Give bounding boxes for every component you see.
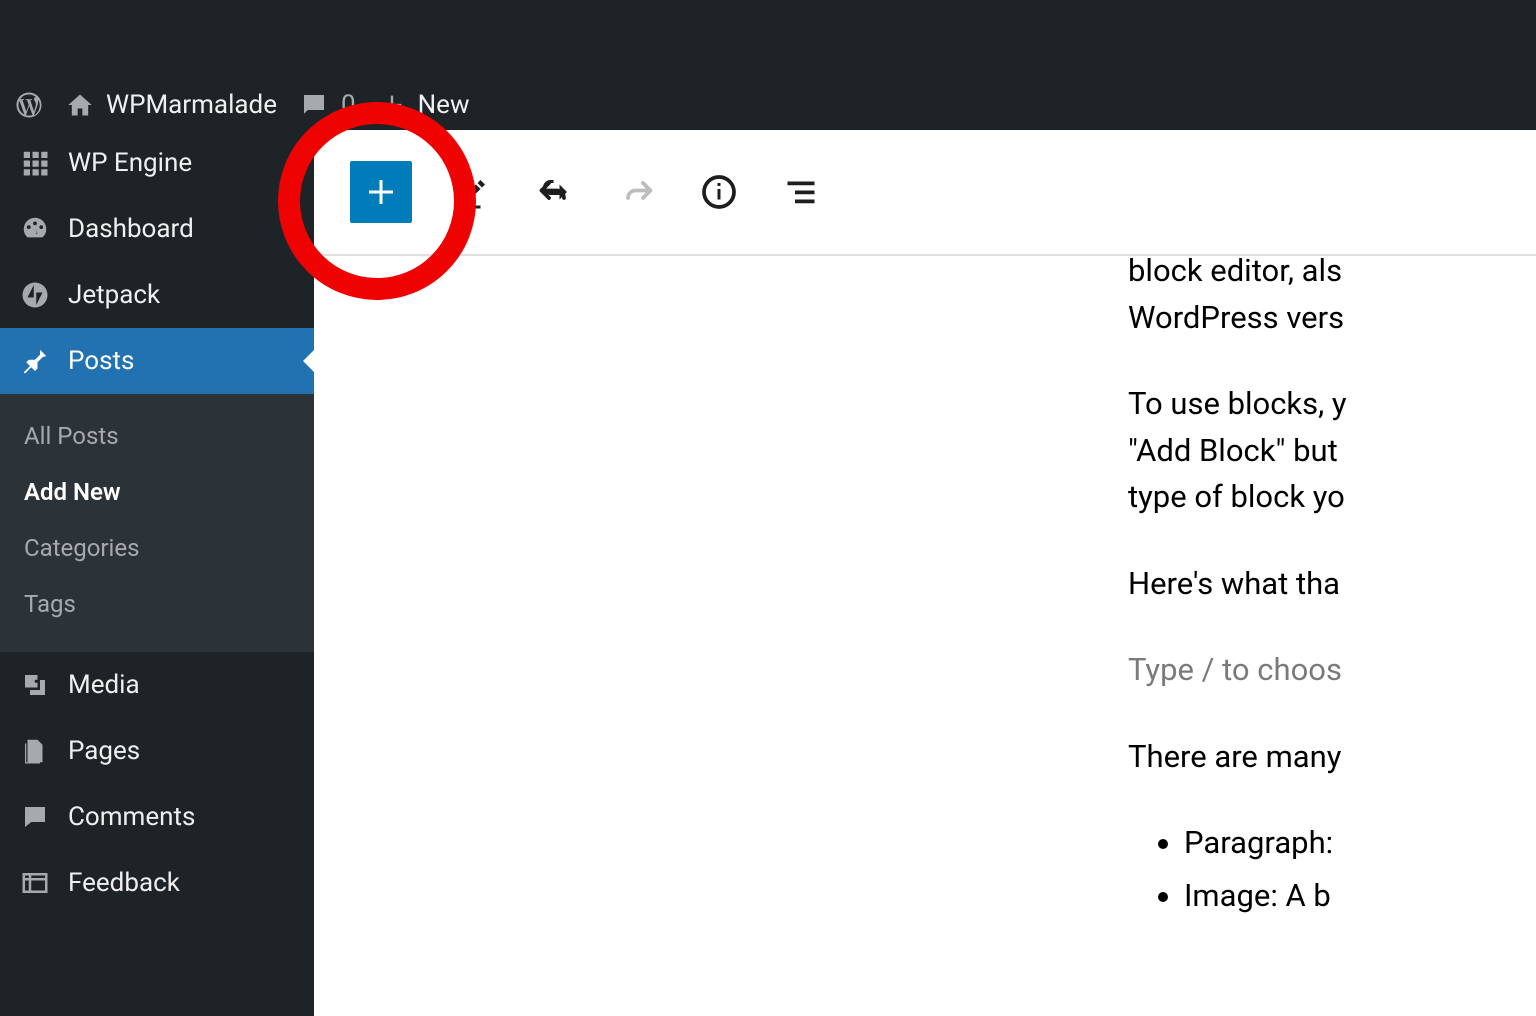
post-content[interactable]: block editor, alsWordPress vers To use b…: [1128, 248, 1536, 925]
admin-sidebar: WP Engine Dashboard Jetpack Posts All Po…: [0, 130, 314, 1016]
new-label: New: [418, 90, 470, 120]
site-name-label: WPMarmalade: [106, 90, 277, 120]
block-placeholder[interactable]: Type / to choos: [1128, 647, 1536, 694]
plus-icon: [378, 91, 406, 119]
jetpack-icon: [20, 280, 50, 310]
top-dark-spacer: [0, 0, 1536, 80]
comments-icon: [20, 802, 50, 832]
dashboard-icon: [20, 214, 50, 244]
home-icon: [66, 91, 94, 119]
comments-count: 0: [341, 90, 356, 120]
sidebar-item-pages[interactable]: Pages: [0, 718, 314, 784]
wpengine-icon: [20, 148, 50, 178]
sidebar-item-comments[interactable]: Comments: [0, 784, 314, 850]
redo-icon: [619, 174, 655, 210]
pin-icon: [20, 346, 50, 376]
sidebar-item-media[interactable]: Media: [0, 652, 314, 718]
site-name-link[interactable]: WPMarmalade: [66, 90, 277, 120]
sidebar-item-label: Comments: [68, 802, 195, 832]
sidebar-item-label: Posts: [68, 346, 134, 376]
sidebar-item-wpengine[interactable]: WP Engine: [0, 130, 314, 196]
sidebar-item-label: Media: [68, 670, 140, 700]
sidebar-item-posts[interactable]: Posts: [0, 328, 314, 394]
undo-icon: [537, 174, 573, 210]
list-item[interactable]: Paragraph:: [1184, 820, 1536, 867]
editor-area: block editor, alsWordPress vers To use b…: [314, 130, 1536, 1016]
new-content-link[interactable]: New: [378, 90, 470, 120]
list-item[interactable]: Image: A b: [1184, 873, 1536, 920]
submenu-all-posts[interactable]: All Posts: [0, 408, 314, 464]
submenu-add-new[interactable]: Add New: [0, 464, 314, 520]
paragraph[interactable]: block editor, alsWordPress vers: [1128, 248, 1536, 341]
info-icon: [701, 174, 737, 210]
paragraph[interactable]: Here's what tha: [1128, 561, 1536, 608]
bullet-list[interactable]: Paragraph: Image: A b: [1128, 820, 1536, 919]
sidebar-item-label: WP Engine: [68, 148, 192, 178]
admin-bar: WPMarmalade 0 New: [0, 80, 1536, 130]
details-button[interactable]: [698, 171, 740, 213]
sidebar-item-label: Feedback: [68, 868, 180, 898]
sidebar-item-label: Dashboard: [68, 214, 194, 244]
redo-button[interactable]: [616, 171, 658, 213]
sidebar-item-jetpack[interactable]: Jetpack: [0, 262, 314, 328]
comment-icon: [299, 90, 329, 120]
sidebar-item-label: Jetpack: [68, 280, 160, 310]
outline-button[interactable]: [780, 171, 822, 213]
undo-button[interactable]: [534, 171, 576, 213]
pencil-icon: [455, 174, 491, 210]
edit-tool-button[interactable]: [452, 171, 494, 213]
wordpress-logo-menu[interactable]: [14, 90, 44, 120]
submenu-categories[interactable]: Categories: [0, 520, 314, 576]
comments-link[interactable]: 0: [299, 90, 356, 120]
posts-submenu: All Posts Add New Categories Tags: [0, 394, 314, 652]
editor-toolbar: [314, 130, 1536, 256]
sidebar-item-feedback[interactable]: Feedback: [0, 850, 314, 916]
feedback-icon: [20, 868, 50, 898]
media-icon: [20, 670, 50, 700]
sidebar-item-dashboard[interactable]: Dashboard: [0, 196, 314, 262]
submenu-tags[interactable]: Tags: [0, 576, 314, 632]
paragraph[interactable]: To use blocks, y"Add Block" buttype of b…: [1128, 381, 1536, 521]
paragraph[interactable]: There are many: [1128, 734, 1536, 781]
sidebar-item-label: Pages: [68, 736, 140, 766]
add-block-button[interactable]: [350, 161, 412, 223]
list-view-icon: [783, 174, 819, 210]
pages-icon: [20, 736, 50, 766]
plus-icon: [363, 174, 399, 210]
wordpress-logo-icon: [14, 90, 44, 120]
